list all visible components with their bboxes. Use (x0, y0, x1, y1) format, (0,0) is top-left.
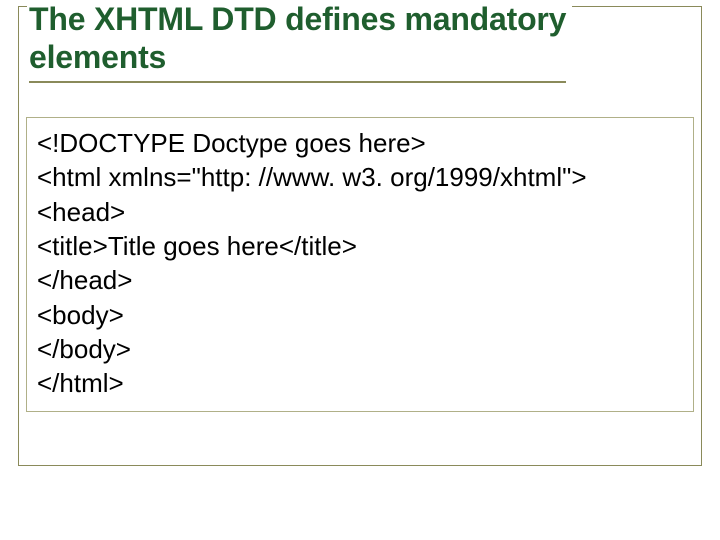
slide-frame: The XHTML DTD defines mandatory elements… (18, 6, 702, 466)
code-line-4: <title>Title goes here</title> (37, 229, 683, 263)
code-box: <!DOCTYPE Doctype goes here> <html xmlns… (26, 117, 694, 412)
code-line-5: </head> (37, 263, 683, 297)
code-line-2: <html xmlns="http: //www. w3. org/1999/x… (37, 160, 683, 194)
title-underline (29, 81, 566, 83)
code-line-7: </body> (37, 332, 683, 366)
code-line-8: </html> (37, 366, 683, 400)
title-block: The XHTML DTD defines mandatory elements (27, 1, 572, 83)
title-line-1: The XHTML DTD defines mandatory (29, 1, 566, 37)
title-line-2: elements (29, 39, 166, 75)
code-line-1: <!DOCTYPE Doctype goes here> (37, 126, 683, 160)
slide-title: The XHTML DTD defines mandatory elements (29, 1, 566, 77)
code-line-3: <head> (37, 195, 683, 229)
code-line-6: <body> (37, 298, 683, 332)
